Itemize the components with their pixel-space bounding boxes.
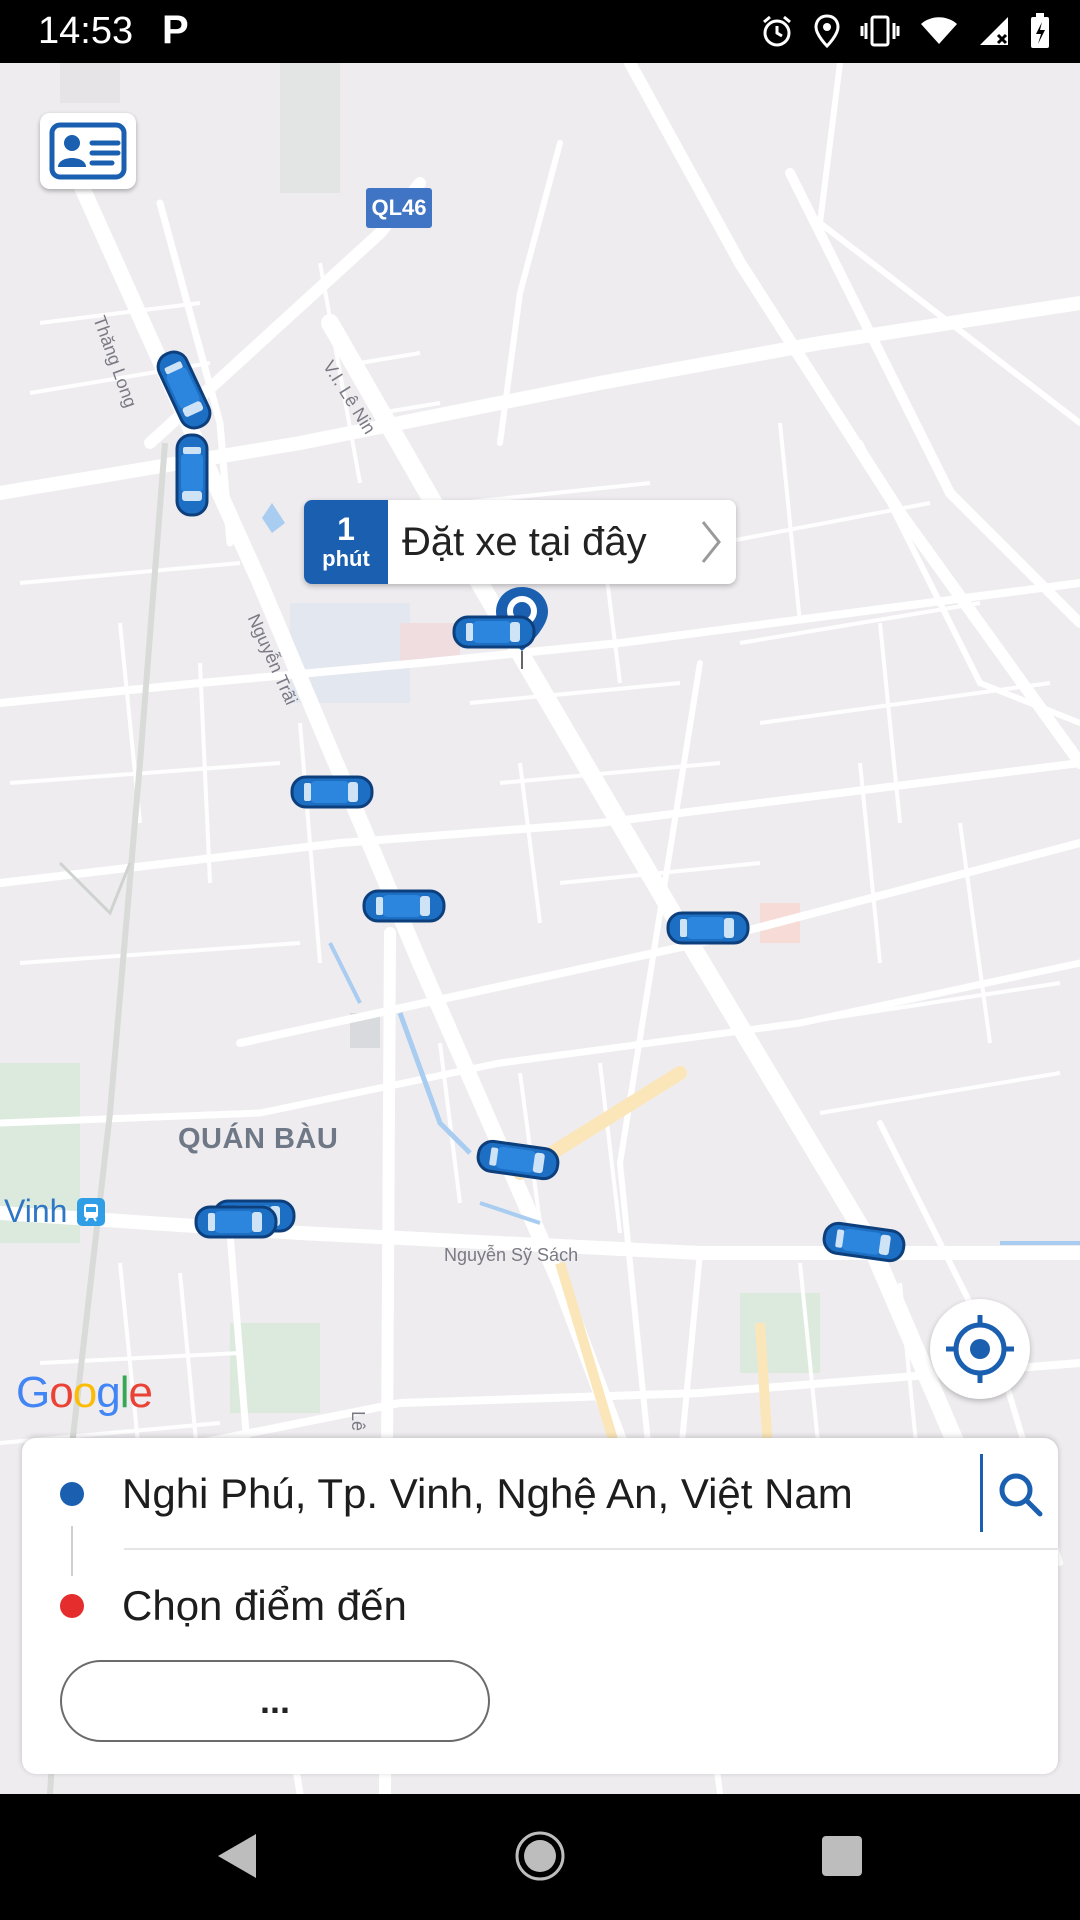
signal-icon bbox=[980, 17, 1008, 45]
google-attribution: Google bbox=[16, 1368, 153, 1417]
search-icon bbox=[999, 1473, 1043, 1517]
crosshair-icon bbox=[946, 1315, 1014, 1383]
car-icon bbox=[175, 433, 209, 517]
profile-card-icon bbox=[49, 122, 127, 180]
recents-icon[interactable] bbox=[816, 1830, 868, 1882]
more-options-button[interactable]: ... bbox=[60, 1660, 490, 1742]
car-icon bbox=[194, 1205, 278, 1239]
app-notification-indicator: P bbox=[162, 8, 189, 52]
pickup-label: Đặt xe tại đây bbox=[402, 519, 647, 564]
origin-field[interactable]: Nghi Phú, Tp. Vinh, Nghệ An, Việt Nam bbox=[122, 1470, 853, 1518]
station-name: Vinh bbox=[4, 1193, 68, 1229]
origin-dot bbox=[60, 1482, 84, 1506]
back-icon[interactable] bbox=[212, 1830, 264, 1882]
status-time: 14:53 bbox=[38, 10, 134, 52]
destination-field[interactable]: Chọn điểm đến bbox=[122, 1582, 407, 1630]
eta-badge: 1 phút bbox=[304, 500, 388, 584]
search-button[interactable] bbox=[994, 1468, 1046, 1520]
home-icon[interactable] bbox=[514, 1830, 566, 1882]
battery-icon bbox=[1031, 13, 1049, 48]
route-connector bbox=[71, 1526, 73, 1576]
street-label-nguyen-sy-sach: Nguyễn Sỹ Sách bbox=[444, 1245, 579, 1265]
car-icon bbox=[452, 615, 536, 649]
car-icon bbox=[666, 911, 750, 945]
wifi-icon bbox=[921, 17, 957, 44]
status-icons bbox=[760, 8, 1050, 54]
chevron-right-icon bbox=[701, 521, 721, 563]
driver-profile-button[interactable] bbox=[40, 113, 136, 189]
street-label-le: Lê bbox=[348, 1411, 368, 1432]
car-icon bbox=[290, 775, 374, 809]
location-icon bbox=[814, 14, 840, 48]
district-label: QUÁN BÀU bbox=[178, 1123, 339, 1155]
eta-unit: phút bbox=[322, 546, 370, 571]
status-bar: 14:53 P bbox=[0, 0, 1080, 63]
route-shield-ql46: QL46 bbox=[366, 188, 432, 228]
destination-dot bbox=[60, 1594, 84, 1618]
station-label: Vinh bbox=[4, 1193, 106, 1230]
divider bbox=[124, 1548, 1058, 1550]
eta-value: 1 bbox=[337, 511, 355, 547]
trip-card: Nghi Phú, Tp. Vinh, Nghệ An, Việt Nam Ch… bbox=[22, 1438, 1058, 1774]
train-station-icon bbox=[77, 1197, 106, 1226]
vibrate-icon bbox=[860, 15, 900, 47]
field-divider bbox=[980, 1454, 983, 1532]
pickup-here-button[interactable]: 1 phút Đặt xe tại đây bbox=[304, 500, 736, 584]
alarm-icon bbox=[763, 15, 791, 47]
car-icon bbox=[362, 889, 446, 923]
my-location-button[interactable] bbox=[930, 1299, 1030, 1399]
navigation-bar bbox=[0, 1794, 1080, 1920]
